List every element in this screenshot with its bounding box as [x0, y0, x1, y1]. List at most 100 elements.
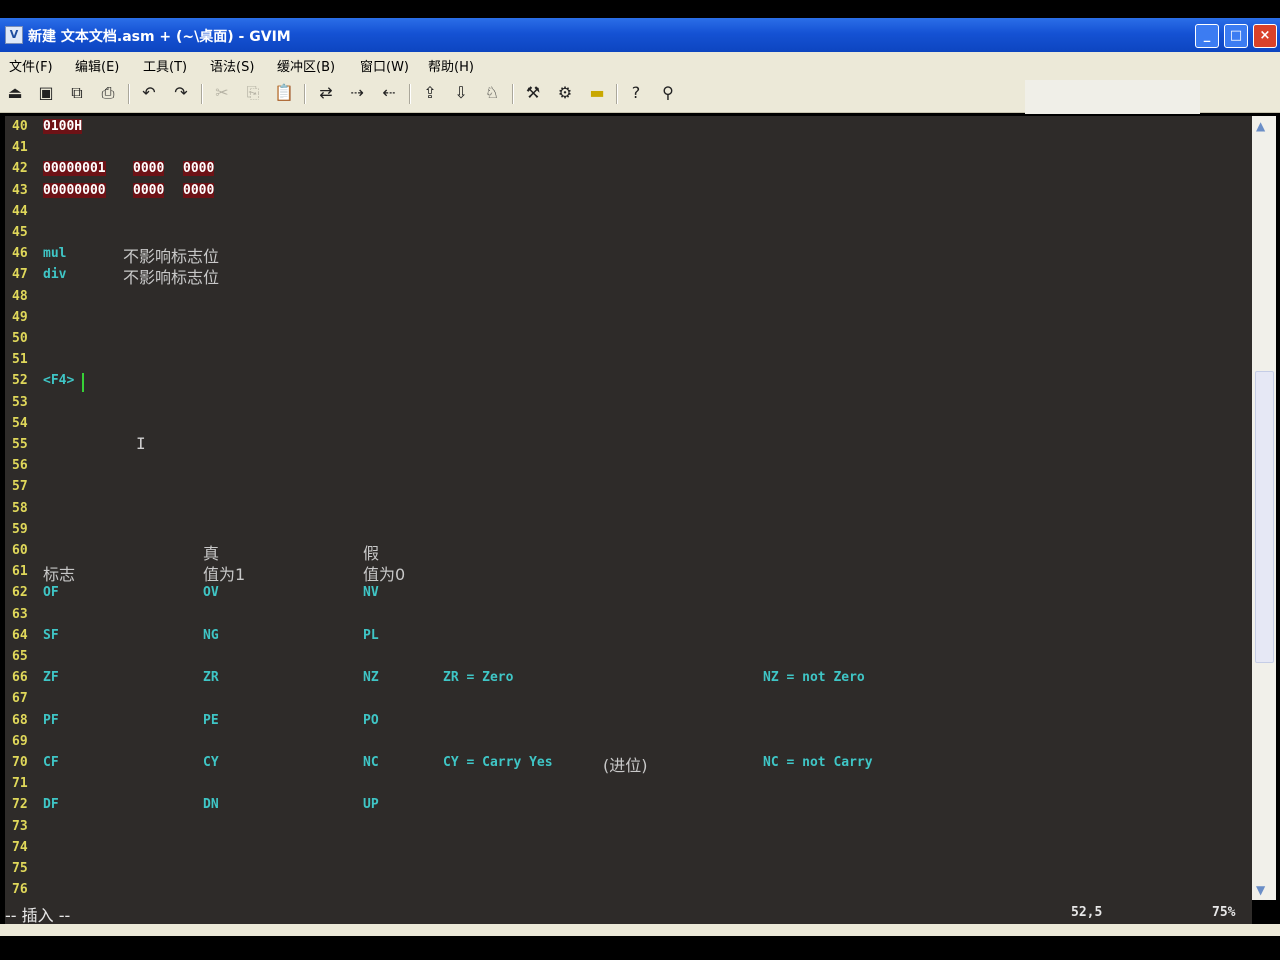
help-icon[interactable]: ?	[625, 83, 647, 105]
menu-syntax[interactable]: 语法(S)	[210, 56, 254, 75]
save-icon[interactable]: ▣	[35, 83, 57, 105]
editor-line[interactable]: 62 OF OV NV	[5, 582, 1252, 603]
make-icon[interactable]: ⚒	[522, 83, 544, 105]
find-help-icon[interactable]: ⚲	[657, 83, 679, 105]
shell-icon[interactable]: ⚙	[554, 83, 576, 105]
line-text: NZ = not Zero	[763, 670, 865, 686]
line-text: OF	[43, 585, 59, 601]
menu-help[interactable]: 帮助(H)	[428, 56, 474, 75]
status-line: -- 插入 -- 52,5 75%	[5, 900, 1252, 925]
line-text: OV	[203, 585, 219, 601]
editor-line[interactable]: 65	[5, 646, 1252, 667]
editor-line[interactable]: 46 mul 不影响标志位	[5, 243, 1252, 266]
editor-line[interactable]: 52 <F4>	[5, 370, 1252, 391]
run-script-icon[interactable]: ♘	[481, 83, 503, 105]
editor-line[interactable]: 75	[5, 858, 1252, 879]
replace-icon[interactable]: ⇄	[315, 83, 337, 105]
title-bar: V 新建 文本文档.asm + (~\桌面) - GVIM _ □ ×	[0, 18, 1280, 52]
open-icon[interactable]: ⏏	[4, 83, 26, 105]
menu-buffers[interactable]: 缓冲区(B)	[277, 56, 335, 75]
editor-line[interactable]: 58	[5, 498, 1252, 519]
line-text: 0100H	[43, 119, 83, 134]
copy-icon[interactable]: ⎘	[242, 83, 264, 105]
editor-line[interactable]: 47 div 不影响标志位	[5, 264, 1252, 287]
scroll-down-icon[interactable]: ▼	[1256, 883, 1265, 897]
editor-line[interactable]: 68 PF PE PO	[5, 710, 1252, 731]
editor-line[interactable]: 59	[5, 519, 1252, 540]
line-number: 64	[12, 627, 28, 643]
save-all-icon[interactable]: ⧉	[66, 83, 88, 105]
line-number: 76	[12, 882, 28, 898]
paste-icon[interactable]: 📋	[273, 83, 295, 105]
editor-line[interactable]: 53	[5, 392, 1252, 413]
editor-line[interactable]: 49	[5, 307, 1252, 328]
scrollbar-thumb[interactable]	[1255, 371, 1274, 663]
close-button[interactable]: ×	[1253, 24, 1277, 48]
find-prev-icon[interactable]: ⇠	[378, 83, 400, 105]
menu-tools[interactable]: 工具(T)	[143, 56, 187, 75]
line-text: ZR = Zero	[443, 670, 514, 686]
menu-file[interactable]: 文件(F)	[9, 56, 53, 75]
text-cursor	[82, 373, 84, 392]
editor-line[interactable]: 56	[5, 455, 1252, 476]
line-text: DF	[43, 797, 59, 813]
line-number: 74	[12, 839, 28, 855]
line-number: 58	[12, 500, 28, 516]
vertical-scrollbar[interactable]: ▲ ▼	[1252, 116, 1276, 900]
window-title: 新建 文本文档.asm + (~\桌面) - GVIM	[28, 29, 291, 45]
find-next-icon[interactable]: ⇢	[346, 83, 368, 105]
line-text: SF	[43, 627, 59, 643]
line-number: 55	[12, 437, 28, 452]
load-session-icon[interactable]: ⇪	[419, 83, 441, 105]
editor-line[interactable]: 69	[5, 731, 1252, 752]
editor-line[interactable]: 57	[5, 476, 1252, 497]
line-number: 62	[12, 585, 28, 601]
editor-line[interactable]: 76	[5, 879, 1252, 900]
line-number: 41	[12, 140, 28, 156]
menu-edit[interactable]: 编辑(E)	[75, 56, 119, 75]
line-number: 48	[12, 288, 28, 304]
editor-line[interactable]: 54	[5, 413, 1252, 434]
editor-line[interactable]: 48	[5, 286, 1252, 307]
line-text: PO	[363, 712, 379, 728]
editor-line[interactable]: 55	[5, 434, 1252, 455]
minimize-button[interactable]: _	[1195, 24, 1219, 48]
cut-icon[interactable]: ✂	[211, 83, 233, 105]
ctags-icon[interactable]: ▬	[586, 83, 608, 105]
scroll-up-icon[interactable]: ▲	[1256, 119, 1265, 133]
editor-line[interactable]: 61 标志 值为1 值为0	[5, 561, 1252, 584]
editor-text-area[interactable]: 40 0100H 41 42 00000001 0000 0000 43 00000000 000…	[5, 116, 1252, 900]
maximize-button[interactable]: □	[1224, 24, 1248, 48]
editor-line[interactable]: 40 0100H	[5, 116, 1252, 137]
line-text: ZR	[203, 670, 219, 686]
redo-icon[interactable]: ↷	[170, 83, 192, 105]
menu-window[interactable]: 窗口(W)	[360, 56, 409, 75]
editor-line[interactable]: 41	[5, 137, 1252, 158]
editor-line[interactable]: 60 真假	[5, 540, 1252, 563]
editor-line[interactable]: 67	[5, 688, 1252, 709]
save-session-icon[interactable]: ⇩	[450, 83, 472, 105]
toolbar-separator	[409, 84, 411, 104]
print-icon[interactable]: ⎙	[97, 83, 119, 105]
editor-line[interactable]: 71	[5, 773, 1252, 794]
undo-icon[interactable]: ↶	[138, 83, 160, 105]
line-text: CY	[203, 755, 219, 770]
editor-line[interactable]: 45	[5, 222, 1252, 243]
editor-line[interactable]: 50	[5, 328, 1252, 349]
line-number: 72	[12, 797, 28, 813]
editor-line[interactable]: 74	[5, 837, 1252, 858]
editor-line[interactable]: 72 DF DN UP	[5, 794, 1252, 815]
editor-line[interactable]: 44	[5, 201, 1252, 222]
editor-line[interactable]: 66 ZF ZR NZ ZR = Zero NZ = not Zero	[5, 667, 1252, 688]
editor-line[interactable]: 42 00000001 0000 0000	[5, 158, 1252, 179]
editor-line[interactable]: 51	[5, 349, 1252, 370]
editor-line[interactable]: 64 SF NG PL	[5, 625, 1252, 646]
insert-mode-indicator: -- 插入 --	[5, 906, 71, 925]
editor-line[interactable]: 73	[5, 816, 1252, 837]
editor-line[interactable]: 70 CF CY NC CY = Carry Yes (进位) NC = not Carry	[5, 752, 1252, 775]
line-text: PE	[203, 712, 219, 728]
scroll-percent: 75%	[1212, 905, 1236, 920]
editor-line[interactable]: 43 00000000 0000 0000	[5, 180, 1252, 201]
editor-line[interactable]: 63	[5, 604, 1252, 625]
line-text: PL	[363, 627, 379, 643]
